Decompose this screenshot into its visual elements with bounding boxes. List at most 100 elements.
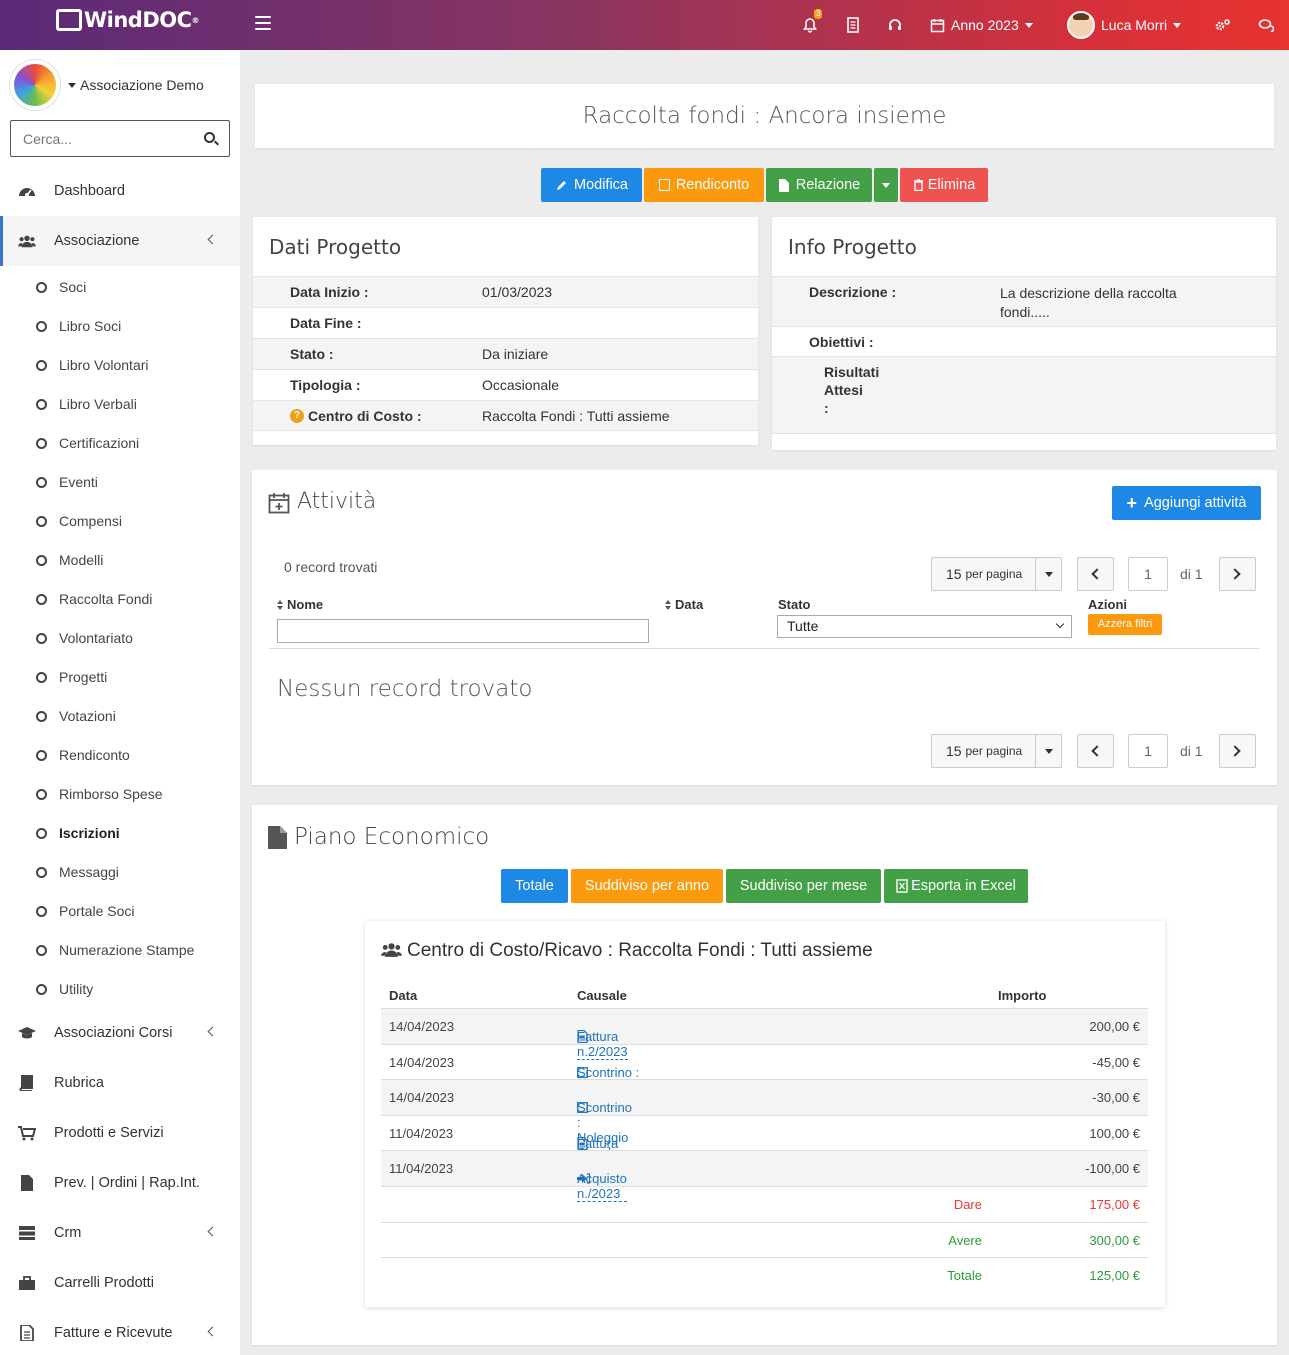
piano-economico-title: Piano Economico [294, 824, 490, 850]
page-number[interactable]: 1 [1128, 557, 1168, 591]
users-icon [381, 943, 402, 957]
documents-button[interactable] [846, 0, 860, 50]
sort-icon [665, 600, 672, 610]
chat-icon [1258, 19, 1275, 32]
page-total-bottom: di 1 [1180, 743, 1203, 759]
sidebar-search [10, 120, 230, 157]
sidebar-item-utility[interactable]: Utility [36, 979, 93, 999]
notifications-button[interactable]: 3 [802, 0, 823, 50]
nome-filter-input[interactable] [277, 619, 649, 643]
organization-switcher[interactable]: Associazione Demo [10, 60, 204, 110]
relazione-dropdown-button[interactable] [874, 168, 898, 202]
circle-icon [36, 632, 47, 644]
row-importo: 100,00 € [1089, 1125, 1140, 1141]
circle-icon [36, 437, 47, 449]
circle-icon [36, 671, 47, 683]
column-nome[interactable]: Nome [277, 597, 323, 612]
totale-label: Totale [947, 1268, 982, 1284]
sidebar-item-libro-volontari[interactable]: Libro Volontari [36, 355, 149, 375]
sidebar-item-numerazione-stampe[interactable]: Numerazione Stampe [36, 940, 194, 960]
centro-costo-row: ? Centro di Costo : Raccolta Fondi : Tut… [253, 400, 758, 431]
prev-page-button-bottom[interactable] [1077, 734, 1114, 768]
sidebar-item-portale-soci[interactable]: Portale Soci [36, 901, 134, 921]
table-row: 14/04/2023Scontrino : Noleggio Stend-30,… [381, 1079, 1148, 1162]
column-data: Data [389, 988, 418, 1003]
page-number-bottom[interactable]: 1 [1128, 734, 1168, 768]
sidebar-item-rimborso-spese[interactable]: Rimborso Spese [36, 784, 163, 804]
column-causale: Causale [577, 988, 627, 1003]
column-data[interactable]: Data [665, 597, 703, 612]
sidebar-item-prodotti-e-servizi[interactable]: Prodotti e Servizi [0, 1108, 240, 1158]
sidebar-item-certificazioni[interactable]: Certificazioni [36, 433, 139, 453]
sidebar-item-prev-ordini-rap-int[interactable]: Prev. | Ordini | Rap.Int. [0, 1158, 240, 1208]
relazione-button[interactable]: Relazione [766, 168, 872, 202]
sidebar-item-label: Progetti [59, 669, 108, 685]
chat-button[interactable] [1258, 0, 1275, 50]
search-icon[interactable] [204, 132, 215, 143]
sidebar-item-associazione[interactable]: Associazione [0, 216, 240, 266]
rendiconto-button[interactable]: Rendiconto [644, 168, 764, 202]
sidebar-item-libro-verbali[interactable]: Libro Verbali [36, 394, 137, 414]
modifica-button[interactable]: Modifica [541, 168, 642, 202]
sidebar-item-associazioni-corsi[interactable]: Associazioni Corsi [0, 1008, 240, 1058]
risultati-label: Risultati Attesi: [824, 364, 880, 416]
sidebar-item-eventi[interactable]: Eventi [36, 472, 98, 492]
sidebar-item-carrelli-prodotti[interactable]: Carrelli Prodotti [0, 1258, 240, 1308]
sidebar-item-compensi[interactable]: Compensi [36, 511, 122, 531]
esporta-excel-button[interactable]: Esporta in Excel [884, 869, 1028, 903]
per-page-dropdown-button[interactable] [1035, 557, 1062, 591]
circle-icon [36, 554, 47, 566]
next-page-button[interactable] [1219, 557, 1256, 591]
search-input[interactable] [11, 121, 191, 156]
menu-toggle-icon[interactable] [255, 16, 271, 30]
sidebar-item-soci[interactable]: Soci [36, 277, 86, 297]
sidebar-item-fatture-e-ricevute[interactable]: Fatture e Ricevute [0, 1308, 240, 1355]
sidebar-item-votazioni[interactable]: Votazioni [36, 706, 116, 726]
column-stato: Stato [778, 597, 811, 612]
row-importo: -30,00 € [1092, 1090, 1140, 1106]
sidebar-item-label: Carrelli Prodotti [54, 1275, 154, 1291]
tab-totale[interactable]: Totale [501, 869, 568, 903]
stato-filter-select[interactable]: Tutte [777, 615, 1072, 638]
sidebar-item-libro-soci[interactable]: Libro Soci [36, 316, 121, 336]
dashboard-icon [19, 188, 35, 197]
sidebar-item-iscrizioni[interactable]: Iscrizioni [36, 823, 120, 843]
next-page-button-bottom[interactable] [1219, 734, 1256, 768]
bell-icon [802, 18, 818, 33]
sidebar-item-rendiconto[interactable]: Rendiconto [36, 745, 130, 765]
info-progetto-panel: Info Progetto Descrizione : La descrizio… [772, 217, 1276, 450]
prev-page-button[interactable] [1077, 557, 1114, 591]
tab-suddiviso-mese[interactable]: Suddiviso per mese [726, 869, 881, 903]
centro-costo-title: Centro di Costo/Ricavo : Raccolta Fondi … [407, 940, 873, 961]
elimina-button[interactable]: Elimina [900, 168, 988, 202]
sidebar-item-dashboard[interactable]: Dashboard [0, 166, 240, 216]
per-page-dropdown-button-bottom[interactable] [1035, 734, 1062, 768]
dare-label: Dare [953, 1197, 982, 1212]
info-progetto-title: Info Progetto [788, 235, 917, 259]
sidebar-item-crm[interactable]: Crm [0, 1208, 240, 1258]
sidebar-item-modelli[interactable]: Modelli [36, 550, 103, 570]
support-button[interactable] [887, 0, 903, 50]
sidebar-item-raccolta-fondi[interactable]: Raccolta Fondi [36, 589, 152, 609]
aggiungi-attivita-label: Aggiungi attività [1144, 495, 1247, 511]
headset-icon [889, 19, 901, 30]
sidebar-item-rubrica[interactable]: Rubrica [0, 1058, 240, 1108]
sidebar-item-volontariato[interactable]: Volontariato [36, 628, 133, 648]
user-menu[interactable]: Luca Morri [1067, 0, 1182, 50]
winddoc-logo[interactable]: WindDOC ® [56, 8, 200, 32]
year-selector[interactable]: Anno 2023 [930, 0, 1033, 50]
circle-icon [36, 476, 47, 488]
sidebar-item-messaggi[interactable]: Messaggi [36, 862, 119, 882]
question-circle-icon[interactable]: ? [290, 408, 304, 423]
per-page-number: 15 [946, 566, 962, 582]
sidebar-item-label: Libro Verbali [59, 396, 137, 412]
settings-button[interactable] [1214, 0, 1231, 50]
sidebar-item-progetti[interactable]: Progetti [36, 667, 107, 687]
sidebar-item-label: Portale Soci [59, 903, 135, 919]
totals-row-totale: Totale 125,00 € [381, 1257, 1148, 1293]
centro-costo-label: Centro di Costo : [308, 407, 422, 424]
sidebar-item-label: Libro Volontari [59, 357, 149, 373]
azzera-filtri-button[interactable]: Azzera filtri [1088, 614, 1162, 635]
aggiungi-attivita-button[interactable]: + Aggiungi attività [1112, 486, 1261, 520]
tab-suddiviso-anno[interactable]: Suddiviso per anno [571, 869, 723, 903]
